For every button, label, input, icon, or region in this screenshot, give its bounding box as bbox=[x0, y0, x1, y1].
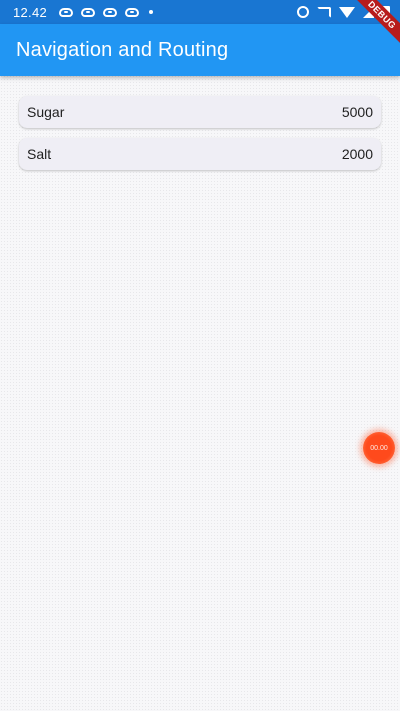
item-name: Sugar bbox=[27, 104, 65, 120]
status-bar: 12.42 bbox=[0, 0, 400, 24]
item-name: Salt bbox=[27, 146, 52, 162]
app-screen: 12.42 DEBUG Navigation and Routing Sugar… bbox=[0, 0, 400, 711]
game-controller-icon bbox=[125, 7, 140, 17]
item-list: Sugar 5000 Salt 2000 bbox=[19, 96, 381, 180]
game-controller-icon bbox=[103, 7, 118, 17]
item-value: 2000 bbox=[341, 146, 373, 162]
game-controller-icon bbox=[59, 7, 74, 17]
floating-timer-button[interactable]: 00.00 bbox=[363, 432, 395, 464]
cast-icon bbox=[317, 6, 331, 18]
list-item-salt[interactable]: Salt 2000 bbox=[19, 138, 381, 170]
app-title: Navigation and Routing bbox=[16, 38, 229, 61]
notification-icons bbox=[59, 7, 154, 17]
more-notifications-dot-icon bbox=[149, 10, 154, 14]
status-time: 12.42 bbox=[13, 4, 48, 20]
timer-label: 00.00 bbox=[370, 444, 388, 452]
wifi-icon bbox=[339, 6, 355, 18]
game-controller-icon bbox=[81, 7, 96, 17]
app-bar: Navigation and Routing bbox=[0, 24, 400, 76]
list-item-sugar[interactable]: Sugar 5000 bbox=[19, 96, 381, 128]
item-value: 5000 bbox=[341, 104, 373, 120]
alarm-icon bbox=[297, 6, 309, 18]
